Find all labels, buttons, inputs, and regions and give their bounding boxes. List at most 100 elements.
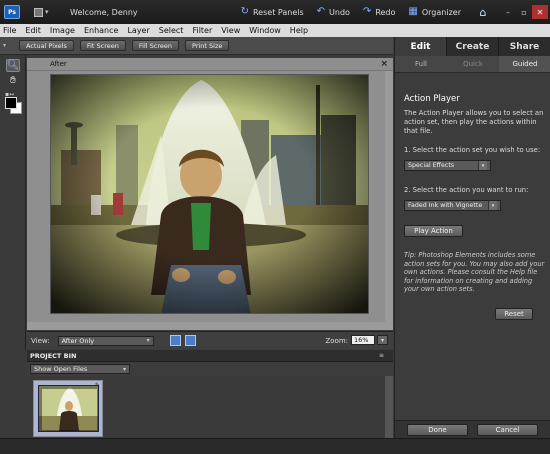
menu-image[interactable]: Image [50,26,75,35]
menu-edit[interactable]: Edit [25,26,41,35]
action-set-select[interactable]: Special Effects ▾ [404,160,491,171]
window-controls: – ▫ ✕ [500,5,548,19]
print-size-button[interactable]: Print Size [185,40,230,51]
step-2-label: 2. Select the action you want to run: [404,186,529,194]
close-icon[interactable]: × [380,59,388,69]
toolbox: 🔍︎ ✋︎ ▪↔ [0,55,26,350]
organizer-icon: ▦ [408,6,418,17]
workspace-icon [34,7,43,17]
bin-menu-icon[interactable]: ≡ [379,352,388,359]
photoshop-elements-window: Ps ▾ Welcome, Denny ↻ Reset Panels ↶ Und… [0,0,550,454]
edit-badge-icon: ✎ [94,382,100,389]
reset-panels-label: Reset Panels [252,7,304,17]
tab-full[interactable]: Full [395,56,447,72]
horizontal-scrollbar[interactable] [27,322,385,330]
project-bin-body: ✎ [27,376,393,438]
fill-screen-button[interactable]: Fill Screen [131,40,180,51]
menu-select[interactable]: Select [159,26,184,35]
chevron-down-icon: ▾ [488,201,497,210]
photo-canvas[interactable] [50,74,369,314]
thumbnail-item[interactable]: ✎ [33,380,103,437]
action-select[interactable]: Faded Ink with Vignette ▾ [404,200,501,211]
redo-label: Redo [375,7,396,17]
menu-layer[interactable]: Layer [127,26,149,35]
minimize-icon[interactable]: – [500,5,516,19]
tab-share[interactable]: Share [499,37,550,56]
maximize-icon[interactable]: ▫ [516,5,532,19]
document-tab-label: After [50,60,67,68]
view-select[interactable]: After Only ▾ [57,335,154,346]
zoom-input[interactable]: 16% [351,335,375,345]
edit-mode-tabs: Full Quick Guided [395,56,550,73]
organizer-label: Organizer [421,7,461,17]
panel-intro: The Action Player allows you to select a… [404,109,544,135]
menu-filter[interactable]: Filter [192,26,212,35]
project-bin-header: PROJECT BIN ≡ [27,350,393,362]
title-actions: ↻ Reset Panels ↶ Undo ↷ Redo ▦ Organizer… [241,0,550,24]
menu-help[interactable]: Help [290,26,308,35]
photoshop-logo-icon: Ps [4,5,20,19]
panel-bin: Edit Create Share Full Quick Guided Acti… [394,37,550,438]
reset-panels-button[interactable]: ↻ Reset Panels [241,7,304,17]
actual-pixels-button[interactable]: Actual Pixels [19,40,74,51]
panel-title: Action Player [404,94,460,104]
view-select-value: After Only [61,336,95,345]
bin-scrollbar[interactable] [385,376,393,438]
redo-button[interactable]: ↷ Redo [363,7,395,17]
reset-button[interactable]: Reset [495,308,533,320]
tool-options-bar: ▾ Actual Pixels Fit Screen Fill Screen P… [0,37,393,55]
welcome-text: Welcome, Denny [70,7,138,17]
status-bar [0,438,550,454]
sync-view-icon[interactable] [184,335,196,346]
show-files-select[interactable]: Show Open Files ▾ [30,364,130,374]
undo-label: Undo [329,7,350,17]
vertical-scrollbar[interactable] [385,71,393,330]
close-window-icon[interactable]: ✕ [532,5,548,19]
chevron-down-icon: ▾ [478,161,487,170]
project-bin-toolbar: Show Open Files ▾ [27,362,393,376]
menu-enhance[interactable]: Enhance [84,26,119,35]
action-set-value: Special Effects [408,162,455,169]
chevron-down-icon: ▾ [146,337,150,344]
swap-view-icon[interactable] [169,335,181,346]
view-label: View: [31,336,50,345]
tab-create[interactable]: Create [447,37,499,56]
undo-button[interactable]: ↶ Undo [317,7,350,17]
chevron-down-icon: ▾ [122,365,126,373]
tip-text: Tip: Photoshop Elements includes some ac… [404,251,545,294]
chevron-down-icon: ▾ [45,8,49,16]
collapse-options-icon[interactable]: ▾ [3,42,13,49]
canvas-area[interactable] [27,71,393,330]
thumbnail-photo [39,386,98,431]
reset-panels-icon: ↻ [240,6,249,17]
thumbnail-image [38,385,99,432]
tab-quick[interactable]: Quick [447,56,499,72]
menu-file[interactable]: File [3,26,16,35]
panel-footer: Done Cancel [395,420,550,438]
foreground-color-swatch[interactable] [5,97,17,109]
action-value: Faded Ink with Vignette [408,202,483,209]
document-tab: After × [27,58,393,71]
document-window: After × [27,58,393,330]
main-tabs: Edit Create Share [395,37,550,56]
redo-icon: ↷ [362,6,372,17]
done-button[interactable]: Done [407,424,468,436]
show-files-value: Show Open Files [34,365,88,373]
step-1-label: 1. Select the action set you wish to use… [404,146,541,154]
cancel-button[interactable]: Cancel [477,424,538,436]
tab-edit[interactable]: Edit [395,37,447,56]
home-icon[interactable]: ⌂ [474,5,492,19]
zoom-dropdown-icon[interactable]: ▾ [377,335,388,345]
menu-window[interactable]: Window [249,26,281,35]
title-bar: Ps ▾ Welcome, Denny ↻ Reset Panels ↶ Und… [0,0,550,24]
project-bin-title: PROJECT BIN [30,352,77,360]
organizer-button[interactable]: ▦ Organizer [408,7,461,17]
fit-screen-button[interactable]: Fit Screen [79,40,126,51]
zoom-tool-icon[interactable]: 🔍︎ [6,59,20,72]
menu-view[interactable]: View [221,26,240,35]
hand-tool-icon[interactable]: ✋︎ [6,74,20,87]
zoom-label: Zoom: [325,336,348,345]
play-action-button[interactable]: Play Action [404,225,463,237]
workspace-menu-button[interactable]: ▾ [34,5,56,19]
tab-guided[interactable]: Guided [499,56,550,72]
